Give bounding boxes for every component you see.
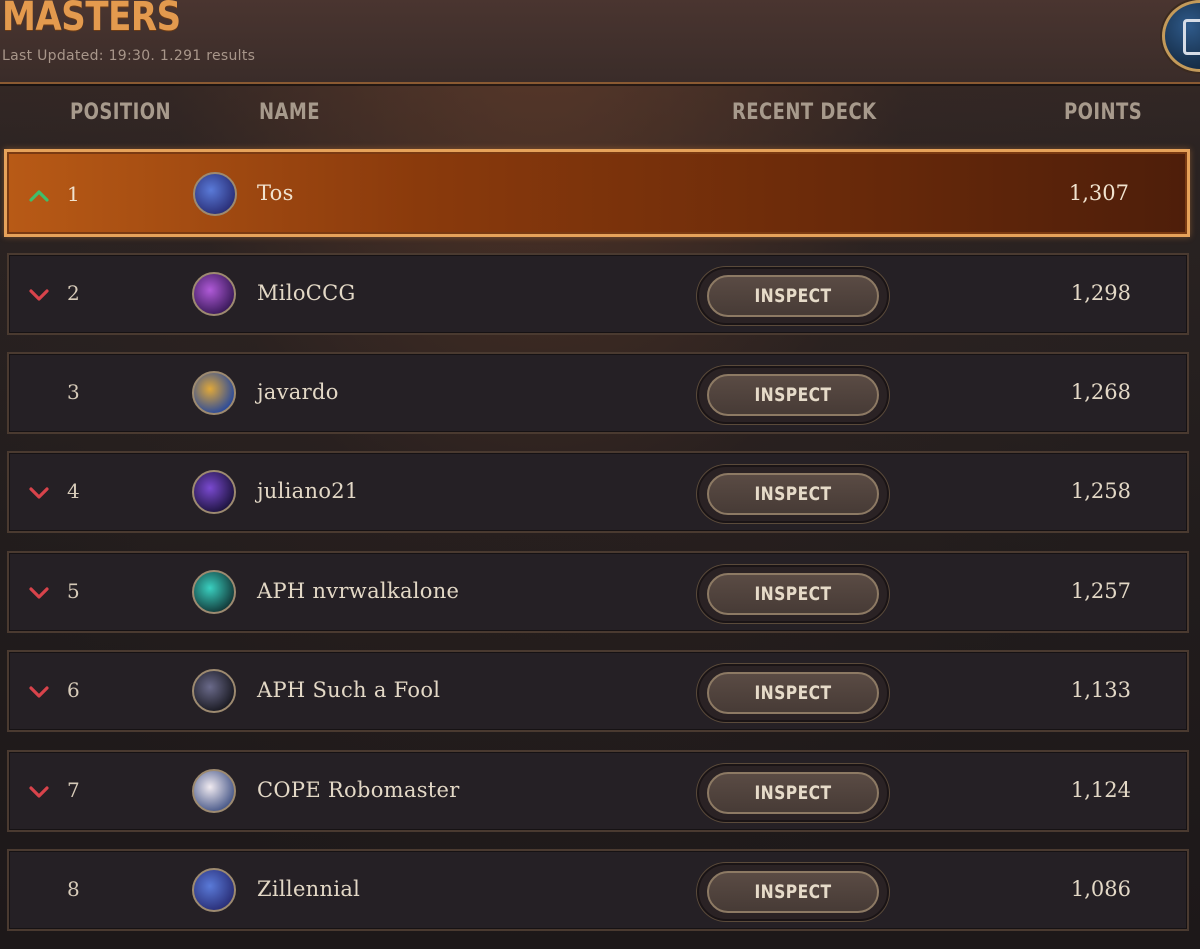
column-header-points: POINTS — [1064, 100, 1143, 125]
leaderboard-row[interactable]: 3 javardo INSPECT 1,268 — [7, 352, 1189, 434]
inspect-button-face[interactable]: INSPECT — [707, 772, 879, 814]
leaderboard-row[interactable]: 8 Zillennial INSPECT 1,086 — [7, 849, 1189, 931]
row-position: 1 — [67, 182, 80, 206]
page-title: MASTERS — [2, 0, 181, 40]
inspect-button[interactable]: INSPECT — [697, 267, 889, 325]
row-position: 7 — [67, 778, 80, 802]
inspect-button-label: INSPECT — [754, 881, 832, 903]
trend-down-icon — [29, 285, 49, 305]
leaderboard-row[interactable]: 4 juliano21 INSPECT 1,258 — [7, 451, 1189, 533]
player-points: 1,133 — [1070, 678, 1131, 702]
page-header: MASTERS Last Updated: 19:30. 1.291 resul… — [0, 0, 1200, 84]
column-header-position: POSITION — [70, 100, 172, 125]
leaderboard-row[interactable]: 5 APH nvrwalkalone INSPECT 1,257 — [7, 551, 1189, 633]
player-points: 1,086 — [1070, 877, 1131, 901]
inspect-button[interactable]: INSPECT — [697, 465, 889, 523]
inspect-button-label: INSPECT — [754, 682, 832, 704]
player-name: juliano21 — [257, 479, 359, 503]
trend-down-icon — [29, 483, 49, 503]
column-header-recent-deck: RECENT DECK — [732, 100, 877, 125]
trend-down-icon — [29, 682, 49, 702]
player-name: javardo — [257, 380, 339, 404]
inspect-button-label: INSPECT — [754, 285, 832, 307]
card-avatar — [192, 371, 236, 415]
player-points: 1,298 — [1070, 281, 1131, 305]
purple-ghost-avatar — [193, 172, 237, 216]
inspect-button-face[interactable]: INSPECT — [707, 374, 879, 416]
white-fox-avatar — [192, 769, 236, 813]
inspect-button-label: INSPECT — [754, 483, 832, 505]
leaderboard-row[interactable]: 2 MiloCCG INSPECT 1,298 — [7, 253, 1189, 335]
leaderboard-row[interactable]: 7 COPE Robomaster INSPECT 1,124 — [7, 750, 1189, 832]
row-position: 2 — [67, 281, 80, 305]
trend-up-icon — [29, 186, 49, 206]
row-position: 6 — [67, 678, 80, 702]
inspect-button-face[interactable]: INSPECT — [707, 871, 879, 913]
player-points: 1,268 — [1070, 380, 1131, 404]
player-points: 1,124 — [1070, 778, 1131, 802]
purple-dragon-avatar — [192, 470, 236, 514]
inspect-button[interactable]: INSPECT — [697, 664, 889, 722]
player-points: 1,258 — [1070, 479, 1131, 503]
row-position: 8 — [67, 877, 80, 901]
column-header-name: NAME — [259, 100, 320, 125]
leaderboard-row[interactable]: 6 APH Such a Fool INSPECT 1,133 — [7, 650, 1189, 732]
inspect-button[interactable]: INSPECT — [697, 863, 889, 921]
purple-ghost-avatar — [192, 868, 236, 912]
row-position: 3 — [67, 380, 80, 404]
player-name: APH Such a Fool — [257, 678, 441, 702]
leaderboard-row[interactable]: 1 Tos 1,307 — [4, 149, 1190, 237]
dark-creature-avatar — [192, 669, 236, 713]
player-name: APH nvrwalkalone — [257, 579, 460, 603]
trend-down-icon — [29, 782, 49, 802]
row-position: 5 — [67, 579, 80, 603]
player-points: 1,307 — [1068, 181, 1129, 205]
trend-down-icon — [29, 583, 49, 603]
inspect-button-label: INSPECT — [754, 384, 832, 406]
leaderboard-page: MASTERS Last Updated: 19:30. 1.291 resul… — [0, 0, 1200, 949]
card-icon — [1183, 19, 1200, 55]
inspect-button-face[interactable]: INSPECT — [707, 275, 879, 317]
inspect-button-label: INSPECT — [754, 583, 832, 605]
player-points: 1,257 — [1070, 579, 1131, 603]
player-name: MiloCCG — [257, 281, 356, 305]
inspect-button[interactable]: INSPECT — [697, 565, 889, 623]
inspect-button-label: INSPECT — [754, 782, 832, 804]
row-position: 4 — [67, 479, 80, 503]
last-updated-text: Last Updated: 19:30. 1.291 results — [2, 48, 256, 64]
purple-gem-avatar — [192, 272, 236, 316]
collection-icon[interactable] — [1162, 0, 1200, 72]
player-name: COPE Robomaster — [257, 778, 460, 802]
column-headers: POSITION NAME RECENT DECK POINTS — [0, 100, 1200, 140]
inspect-button-face[interactable]: INSPECT — [707, 573, 879, 615]
player-name: Zillennial — [257, 877, 361, 901]
inspect-button-face[interactable]: INSPECT — [707, 672, 879, 714]
inspect-button[interactable]: INSPECT — [697, 764, 889, 822]
teal-spirit-avatar — [192, 570, 236, 614]
inspect-button[interactable]: INSPECT — [697, 366, 889, 424]
player-name: Tos — [257, 181, 294, 205]
inspect-button-face[interactable]: INSPECT — [707, 473, 879, 515]
